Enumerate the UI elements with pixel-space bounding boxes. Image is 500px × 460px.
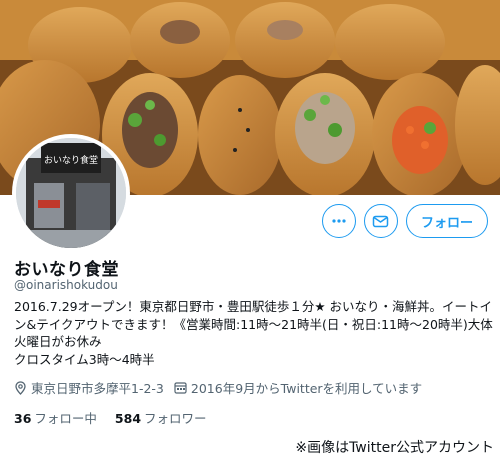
- more-dots-icon: [332, 219, 346, 223]
- following-label: フォロー中: [34, 411, 97, 426]
- profile-bio: 2016.7.29オープン！東京都日野市・豊田駅徒歩１分★ おいなり・海鮮丼。イ…: [14, 298, 493, 368]
- profile-stats: 36 フォロー中 584 フォロワー: [14, 408, 225, 427]
- location-item: 東京日野市多摩平1-2-3: [14, 378, 164, 397]
- following-link[interactable]: 36 フォロー中: [14, 408, 97, 427]
- more-button[interactable]: [321, 204, 356, 238]
- bio-line: 2016.7.29オープン！東京都日野市・豊田駅徒歩１分★ おいなり・海鮮丼。イ…: [14, 299, 493, 314]
- profile-handle: @oinarishokudou: [14, 278, 118, 292]
- joined-item: 2016年9月からTwitterを利用しています: [174, 378, 422, 397]
- followers-link[interactable]: 584 フォロワー: [115, 408, 207, 427]
- bio-line: ン&テイクアウトできます！《営業時間:11時～21時半(日・祝日:11時～20時…: [14, 316, 493, 332]
- bio-line: 火曜日がお休み: [14, 334, 102, 349]
- joined-text: 2016年9月からTwitterを利用しています: [190, 381, 423, 396]
- location-pin-icon: [15, 380, 26, 395]
- avatar-shop-front-image: おいなり食堂: [16, 138, 126, 248]
- calendar-icon: [174, 382, 187, 394]
- following-count: 36: [14, 411, 32, 426]
- image-caption: ※画像はTwitter公式アカウント: [295, 440, 494, 456]
- message-button[interactable]: [363, 204, 398, 238]
- envelope-icon: [373, 215, 389, 227]
- avatar-sign-text: おいなり食堂: [44, 154, 98, 166]
- bio-line: クロスタイム3時～4時半: [14, 351, 155, 367]
- profile-name: おいなり食堂: [14, 260, 119, 280]
- followers-label: フォロワー: [144, 411, 207, 426]
- profile-meta: 東京日野市多摩平1-2-3 2016年9月からTwitterを利用しています: [14, 378, 432, 397]
- profile-actions: フォロー: [321, 204, 488, 238]
- followers-count: 584: [114, 411, 142, 426]
- location-text: 東京日野市多摩平1-2-3: [31, 381, 164, 396]
- follow-button[interactable]: フォロー: [405, 204, 488, 238]
- avatar[interactable]: おいなり食堂: [12, 134, 130, 252]
